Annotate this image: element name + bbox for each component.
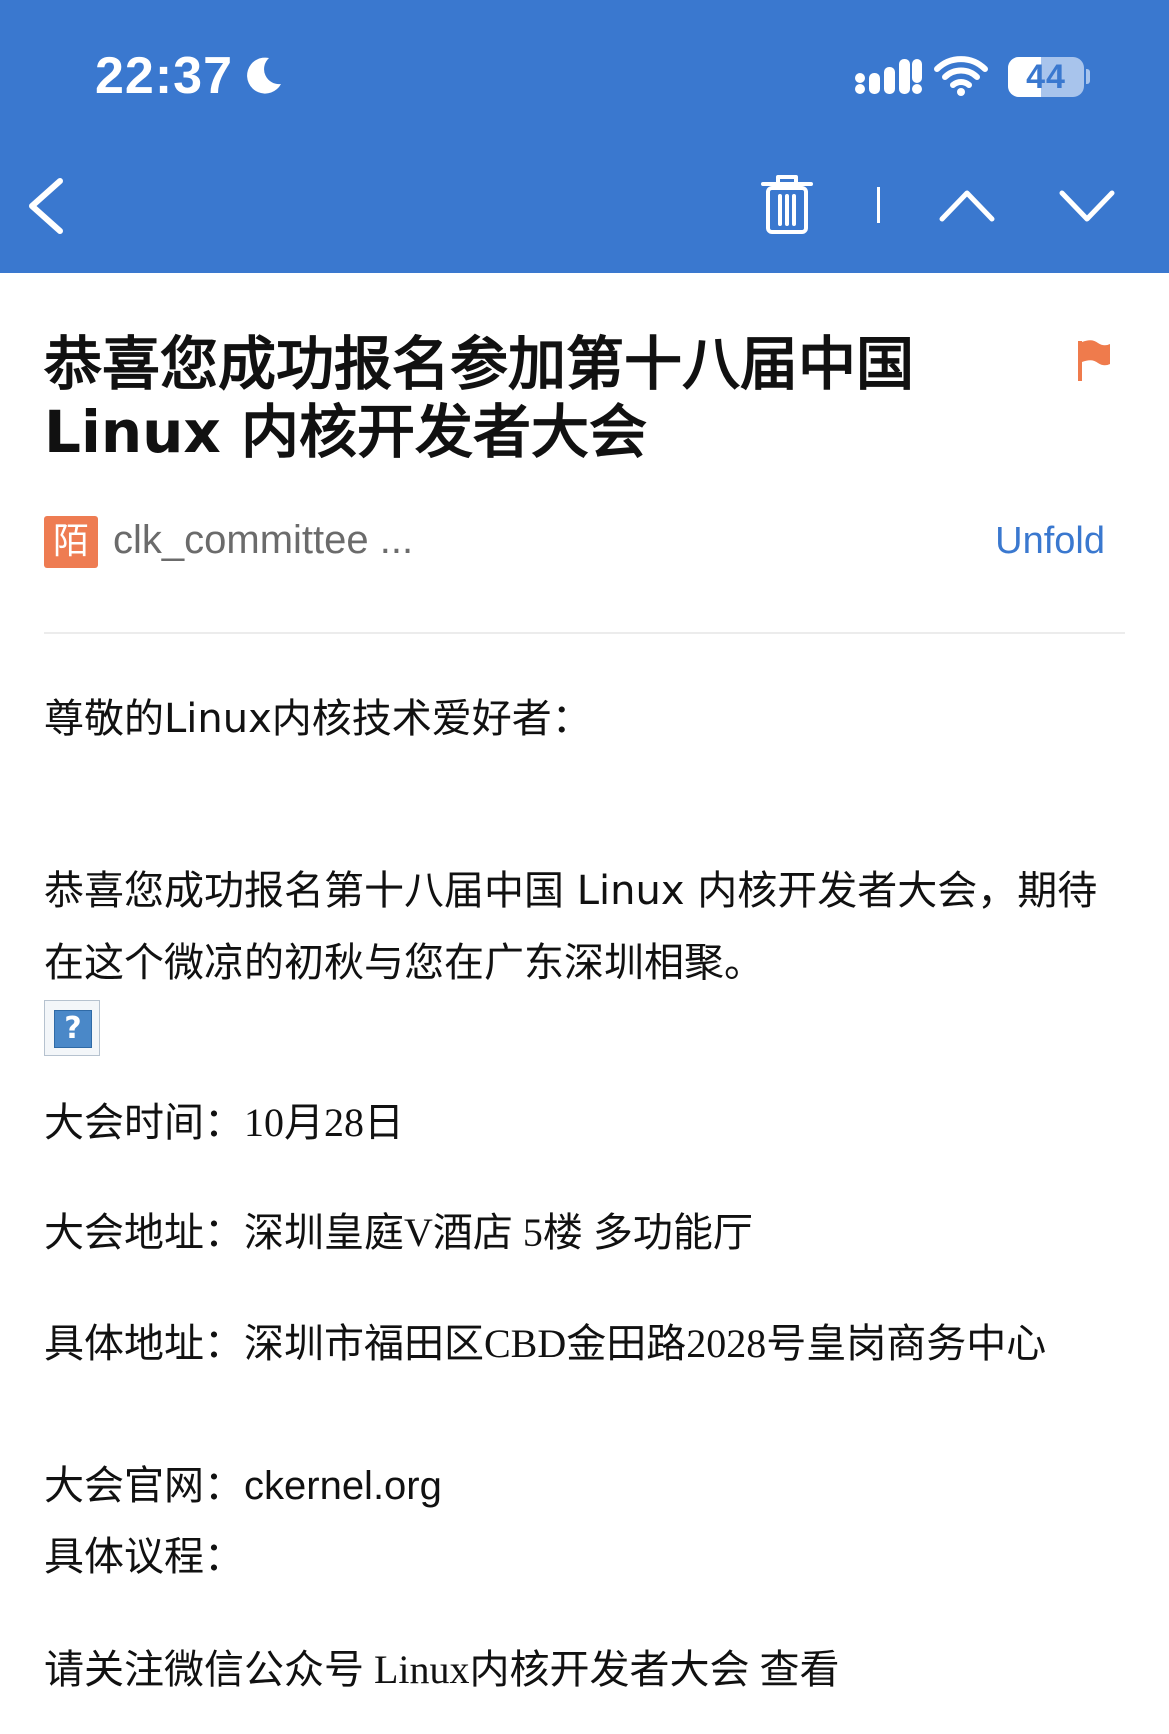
detail-label: 具体地址： bbox=[44, 1321, 244, 1367]
website-link[interactable]: ckernel.org bbox=[244, 1464, 442, 1508]
unfold-button[interactable]: Unfold bbox=[995, 520, 1105, 563]
sender-name[interactable]: clk_committee ... bbox=[113, 518, 413, 563]
detail-label: 大会地址： bbox=[44, 1210, 244, 1256]
header-divider bbox=[44, 632, 1125, 634]
signal-icon bbox=[855, 59, 922, 94]
detail-label: 大会时间： bbox=[44, 1100, 244, 1146]
detail-row-time: 大会时间：10月28日 bbox=[44, 1090, 404, 1148]
footer-line: 请关注微信公众号 Linux内核开发者大会 查看 bbox=[44, 1647, 840, 1692]
status-time: 22:37 bbox=[95, 47, 233, 105]
detail-value: 深圳皇庭V酒店 5楼 多功能厅 bbox=[244, 1210, 753, 1255]
toolbar-separator bbox=[877, 187, 880, 223]
battery-icon: 44 bbox=[1008, 57, 1084, 97]
detail-value: 10月28日 bbox=[244, 1100, 404, 1145]
wifi-icon bbox=[934, 56, 988, 96]
detail-row-venue: 大会地址：深圳皇庭V酒店 5楼 多功能厅 bbox=[44, 1200, 753, 1258]
previous-chevron-up-icon[interactable] bbox=[938, 185, 996, 225]
detail-row-agenda: 具体议程： bbox=[44, 1524, 244, 1582]
top-bar: 22:37 44 bbox=[0, 0, 1169, 273]
intro-paragraph: 恭喜您成功报名第十八届中国 Linux 内核开发者大会，期待在这个微凉的初秋与您… bbox=[44, 868, 1098, 986]
detail-row-address: 具体地址：深圳市福田区CBD金田路2028号皇岗商务中心 bbox=[44, 1310, 1134, 1378]
detail-value: 深圳市福田区CBD金田路2028号皇岗商务中心 bbox=[244, 1321, 1047, 1366]
next-chevron-down-icon[interactable] bbox=[1058, 185, 1116, 225]
back-chevron-icon[interactable] bbox=[22, 175, 74, 237]
detail-label: 大会官网： bbox=[44, 1463, 244, 1509]
battery-level-text: 44 bbox=[1026, 58, 1066, 96]
trash-icon[interactable] bbox=[758, 172, 816, 236]
email-subject: 恭喜您成功报名参加第十八届中国 Linux 内核开发者大会 bbox=[44, 330, 915, 466]
broken-image-placeholder[interactable]: ? bbox=[44, 1000, 100, 1056]
broken-image-icon: ? bbox=[54, 1010, 92, 1048]
detail-label: 具体议程： bbox=[44, 1534, 244, 1580]
moon-icon bbox=[247, 57, 281, 94]
flag-icon[interactable] bbox=[1075, 338, 1113, 384]
detail-row-website: 大会官网：ckernel.org bbox=[44, 1453, 442, 1511]
sender-avatar: 陌 bbox=[44, 516, 98, 568]
greeting: 尊敬的Linux内核技术爱好者： bbox=[44, 696, 592, 742]
battery-nub bbox=[1086, 69, 1090, 84]
